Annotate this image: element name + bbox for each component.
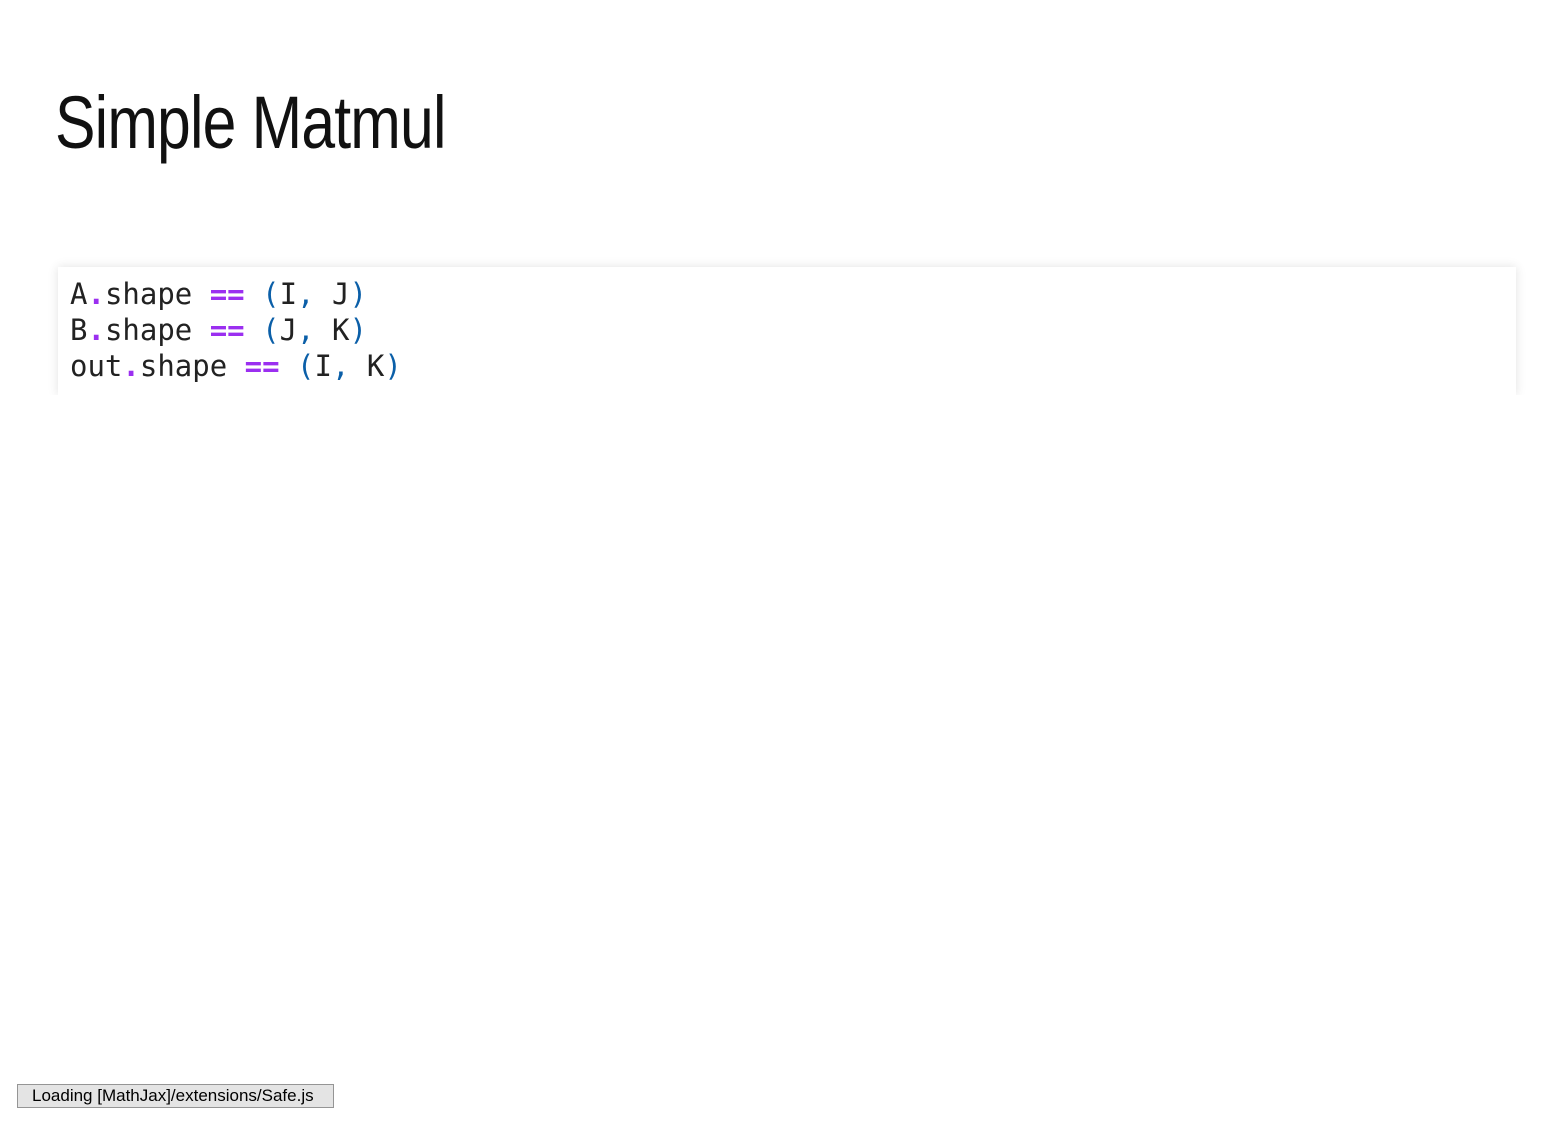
code-token: ( <box>262 277 280 311</box>
code-token: shape <box>104 313 193 347</box>
code-token: K <box>366 349 385 383</box>
code-token: . <box>87 313 105 347</box>
mathjax-status-message: Loading [MathJax]/extensions/Safe.js <box>17 1084 334 1108</box>
code-token: shape <box>104 277 193 311</box>
code-token: . <box>122 349 140 383</box>
code-token: == <box>209 313 245 347</box>
code-token: J <box>279 313 298 347</box>
code-token: I <box>279 277 298 311</box>
code-token: B <box>70 313 88 347</box>
code-token: ) <box>349 313 367 347</box>
code-token: I <box>314 349 332 383</box>
slide-title: Simple Matmul <box>55 81 446 164</box>
code-token: , <box>331 349 350 383</box>
code-token: ( <box>297 349 315 383</box>
code-token: ) <box>384 349 402 383</box>
code-token: , <box>297 313 315 347</box>
code-token: , <box>297 277 315 311</box>
code-cell: A.shape == (I, J) B.shape == (J, K) out.sh… <box>58 267 1516 395</box>
code-token: shape <box>139 349 228 383</box>
code-token: ( <box>262 313 280 347</box>
code-token: K <box>331 313 350 347</box>
code-token: A <box>70 277 88 311</box>
code-block: A.shape == (I, J) B.shape == (J, K) out.sh… <box>58 267 1516 384</box>
code-token: ) <box>349 277 367 311</box>
code-line: out.shape == (I, K) <box>70 348 1504 384</box>
code-token: . <box>87 277 105 311</box>
code-token: == <box>209 277 245 311</box>
code-token: == <box>244 349 280 383</box>
code-line: A.shape == (I, J) <box>70 276 1504 312</box>
code-token: out <box>70 349 123 383</box>
code-line: B.shape == (J, K) <box>70 312 1504 348</box>
code-token: J <box>331 277 350 311</box>
